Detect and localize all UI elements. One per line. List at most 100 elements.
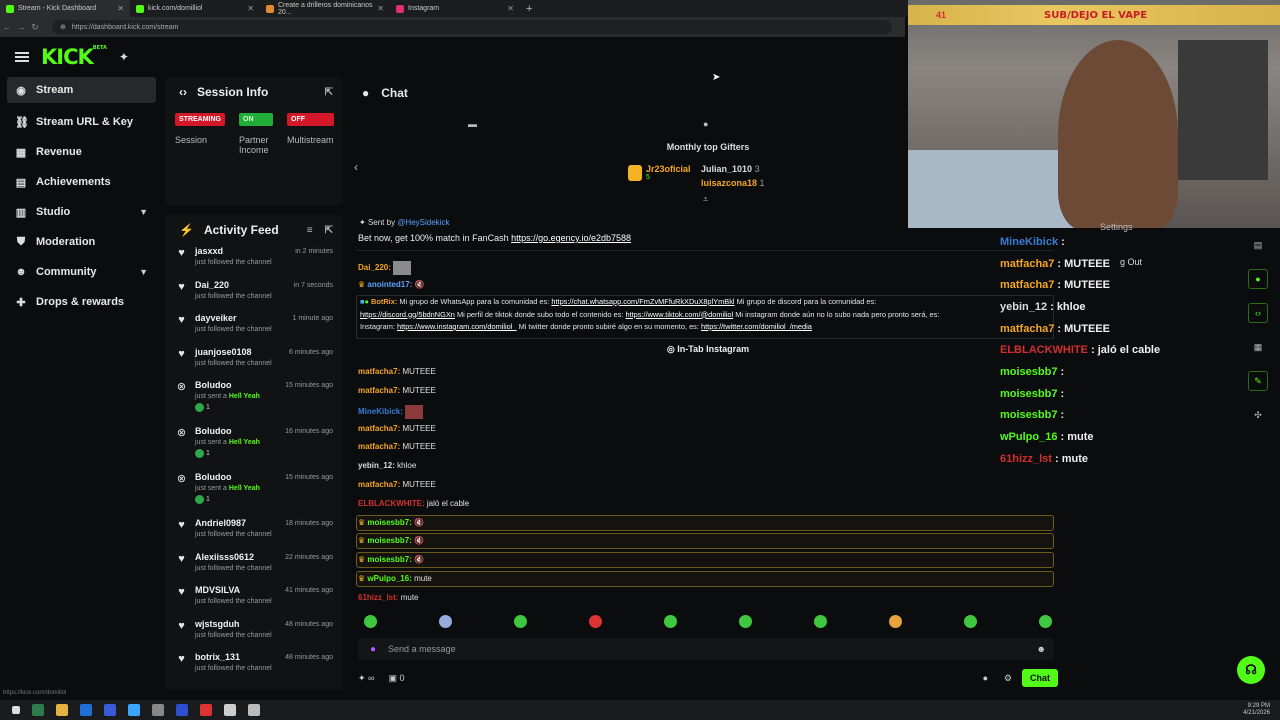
emote-button[interactable] <box>589 615 602 628</box>
taskbar-app-icon[interactable] <box>224 704 236 716</box>
sidebar-item-stream-url-key[interactable]: ⛓ Stream URL & Key <box>0 107 160 137</box>
chat-username[interactable]: moisesbb7: <box>367 536 411 545</box>
popout-icon[interactable]: ⇱ <box>325 225 333 236</box>
chat-username: anointed17: <box>367 280 413 289</box>
document-icon[interactable]: ▤ <box>1248 235 1268 255</box>
browser-tab[interactable]: kick.com/domilliol ✕ <box>130 0 260 17</box>
chat-username[interactable]: matfacha7: <box>358 480 400 489</box>
chat-bubble-icon[interactable]: ● <box>983 673 988 683</box>
chevron-left-icon[interactable]: ‹ <box>354 160 358 174</box>
close-icon[interactable]: ✕ <box>247 4 254 13</box>
help-button[interactable]: ☊ <box>1237 656 1265 684</box>
emote-button[interactable] <box>1039 615 1052 628</box>
bot-link[interactable]: https://www.tiktok.com/@domiliol <box>625 310 733 319</box>
overlay-username: MineKibick <box>1000 235 1059 248</box>
close-icon[interactable]: ✕ <box>377 4 384 13</box>
chat-message: ♛ moisesbb7: 🔇 <box>358 555 424 564</box>
taskbar-app-icon[interactable] <box>104 704 116 716</box>
system-tray[interactable]: 9:29 PM 4/21/2026 <box>1243 703 1270 717</box>
chat-username[interactable]: wPulpo_16: <box>367 574 411 583</box>
chevron-down-icon: ▼ <box>139 207 148 217</box>
chat-username[interactable]: moisesbb7: <box>367 555 411 564</box>
emote-button[interactable] <box>964 615 977 628</box>
new-tab-button[interactable]: + <box>520 3 532 15</box>
sidebar-item-community[interactable]: ☻ Community ▼ <box>0 257 160 287</box>
code-icon[interactable]: ‹› <box>1248 303 1268 323</box>
url-input[interactable]: ⊕ https://dashboard.kick.com/stream <box>52 20 892 34</box>
tab-label: Create a drilleros dominicanos 20... <box>278 1 373 16</box>
taskbar-app-icon[interactable] <box>128 704 140 716</box>
taskbar-app-icon[interactable] <box>248 704 260 716</box>
emote-button[interactable] <box>664 615 677 628</box>
close-icon[interactable]: ✕ <box>117 4 124 13</box>
chat-username[interactable]: MineKibick: <box>358 407 403 416</box>
activity-desc: just followed the channel <box>195 564 272 572</box>
site-info-icon[interactable]: ⊕ <box>60 23 66 31</box>
emote-button[interactable] <box>364 615 377 628</box>
collapse-icon[interactable]: ⩡ <box>703 194 708 205</box>
taskbar-app-icon[interactable] <box>176 704 188 716</box>
overlay-chat-row: matfacha7: MUTEEE <box>1000 274 1235 296</box>
kick-logo[interactable]: KICKBETA <box>41 45 107 69</box>
browser-tab[interactable]: Instagram ✕ <box>390 0 520 17</box>
gear-icon[interactable]: ⚙ <box>1004 673 1012 684</box>
sidebar-item-stream[interactable]: ◉ Stream <box>7 77 156 103</box>
taskbar-app-icon[interactable] <box>32 704 44 716</box>
apps-icon[interactable]: ✣ <box>1248 405 1268 425</box>
chat-username[interactable]: matfacha7: <box>358 367 400 376</box>
send-chat-button[interactable]: Chat <box>1022 669 1058 687</box>
gifter-count: 1 <box>759 178 765 188</box>
chat-username[interactable]: matfacha7: <box>358 386 400 395</box>
sidebar-item-revenue[interactable]: ▦ Revenue <box>0 137 160 167</box>
chat-message: matfacha7: MUTEEE <box>358 386 436 395</box>
sidebar-item-achievements[interactable]: ▤ Achievements <box>0 167 160 197</box>
emote-button[interactable] <box>439 615 452 628</box>
chat-username[interactable]: ELBLACKWHITE: <box>358 499 425 508</box>
bot-link[interactable]: https://discord.gg/5bdnNGXn <box>360 310 455 319</box>
bot-link[interactable]: https://chat.whatsapp.com/FmZvMFfuRkXDuX… <box>551 297 734 306</box>
forward-arrow-icon[interactable]: → <box>14 22 28 32</box>
bot-link[interactable]: https://twitter.com/domiliol_/media <box>701 322 812 331</box>
back-arrow-icon[interactable]: ← <box>0 22 14 32</box>
close-icon[interactable]: ✕ <box>507 4 514 13</box>
emote-button[interactable] <box>889 615 902 628</box>
chat-username[interactable]: 61hizz_lst: <box>358 593 398 602</box>
pinned-link[interactable]: https://go.egency.io/e2db7588 <box>511 233 631 243</box>
taskbar-app-icon[interactable] <box>152 704 164 716</box>
reload-icon[interactable]: ↻ <box>28 22 42 33</box>
sidebar-item-studio[interactable]: ▥ Studio ▼ <box>0 197 160 227</box>
windows-start-icon[interactable] <box>12 706 20 714</box>
kick-gift-icon: ⊗ <box>176 381 187 393</box>
chat-username[interactable]: yebin_12: <box>358 461 395 470</box>
microphone-icon[interactable]: ● <box>370 644 376 655</box>
wrench-icon[interactable]: ✎ <box>1248 371 1268 391</box>
chat-username[interactable]: matfacha7: <box>358 442 400 451</box>
chat-bubble-icon[interactable]: ● <box>1248 269 1268 289</box>
emote-button[interactable] <box>514 615 527 628</box>
chat-bubble-icon[interactable]: ● <box>703 119 708 129</box>
chat-input[interactable]: ● Send a message ☻ <box>358 638 1054 660</box>
sidebar-item-moderation[interactable]: ⛊ Moderation <box>0 227 160 257</box>
file-explorer-icon[interactable] <box>56 704 68 716</box>
popout-icon[interactable]: ⇱ <box>325 87 333 98</box>
chat-message: ♛ moisesbb7: 🔇 <box>358 518 424 527</box>
sidebar-item-drops-rewards[interactable]: ✚ Drops & rewards <box>0 287 160 317</box>
menu-icon[interactable] <box>15 52 29 62</box>
emoji-icon[interactable]: ☻ <box>1037 644 1046 654</box>
pin-icon[interactable]: ✦ <box>119 50 129 64</box>
browser-icon[interactable] <box>80 704 92 716</box>
chat-username[interactable]: moisesbb7: <box>367 518 411 527</box>
bot-link[interactable]: https://www.instagram.com/domiliol_ <box>397 322 517 331</box>
activity-time: 48 minutes ago <box>285 654 333 661</box>
chrome-icon[interactable] <box>200 704 212 716</box>
chat-username[interactable]: matfacha7: <box>358 424 400 433</box>
emote-button[interactable] <box>739 615 752 628</box>
browser-tab[interactable]: Create a drilleros dominicanos 20... ✕ <box>260 0 390 17</box>
layers-icon[interactable]: ▦ <box>1248 337 1268 357</box>
trash-icon[interactable]: ▬ <box>468 119 477 129</box>
filter-icon[interactable]: ≡ <box>307 225 313 236</box>
intab-instagram-button[interactable]: ◎ In-Tab Instagram <box>348 344 1068 355</box>
emote-button[interactable] <box>814 615 827 628</box>
gifter-count: 3 <box>754 164 760 174</box>
browser-tab[interactable]: Stream - Kick Dashboard ✕ <box>0 0 130 17</box>
